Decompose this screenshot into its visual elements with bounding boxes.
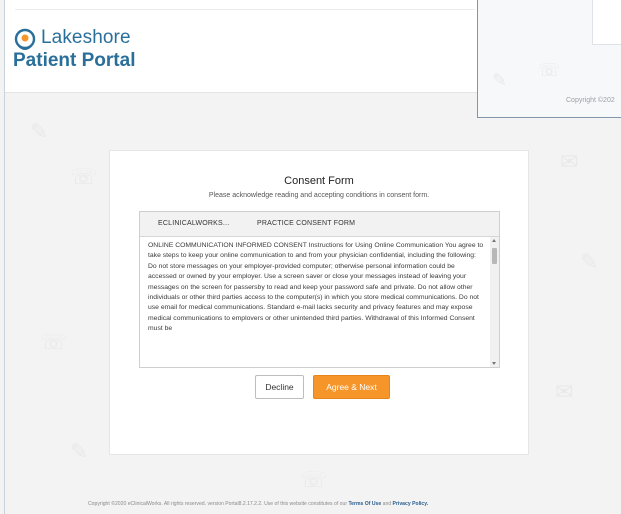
background-pattern-icon: ☏ <box>70 165 98 190</box>
consent-form-title: Consent Form <box>284 175 354 187</box>
brand-name: Lakeshore <box>41 27 131 48</box>
header-divider <box>15 9 475 10</box>
privacy-policy-link[interactable]: Privacy Policy. <box>393 501 429 507</box>
consent-text-paragraph: ONLINE COMMUNICATION INFORMED CONSENT In… <box>148 242 484 333</box>
terms-of-use-link[interactable]: Terms Of Use <box>348 501 381 507</box>
document-scrollbar[interactable] <box>490 237 499 367</box>
background-pattern-icon: ✎ <box>580 250 599 275</box>
tab-eclinicalworks[interactable]: ECLINICALWORKS... <box>158 220 229 227</box>
background-pattern-icon: ✉ <box>560 150 579 175</box>
background-popup-window: ✎ ☏ Copyright ©202 <box>477 0 621 118</box>
popup-copyright-text: Copyright ©202 <box>566 97 615 104</box>
stethoscope-logo-icon <box>14 28 36 50</box>
footer-copyright-text: Copyright ©2020 eClinicalWorks. All righ… <box>88 501 349 507</box>
background-pattern-icon: ✉ <box>555 380 574 405</box>
scrollbar-thumb[interactable] <box>492 248 497 264</box>
scroll-up-arrow-icon[interactable] <box>492 239 496 242</box>
brand-subtitle: Patient Portal <box>13 50 136 71</box>
consent-document-panel: ECLINICALWORKS... PRACTICE CONSENT FORM … <box>139 211 500 368</box>
background-pattern-icon: ☏ <box>40 330 68 355</box>
page-footer: Copyright ©2020 eClinicalWorks. All righ… <box>88 501 428 507</box>
footer-and-text: and <box>381 501 393 507</box>
decline-button[interactable]: Decline <box>255 375 304 399</box>
background-pattern-icon: ✎ <box>30 120 49 145</box>
scroll-down-arrow-icon[interactable] <box>492 362 496 365</box>
consent-form-subtitle: Please acknowledge reading and accepting… <box>208 192 430 199</box>
consent-form-card: Consent Form Please acknowledge reading … <box>109 150 529 455</box>
popup-inner-panel <box>592 0 621 45</box>
agree-next-button[interactable]: Agree & Next <box>313 375 390 399</box>
consent-document-text[interactable]: ONLINE COMMUNICATION INFORMED CONSENT In… <box>148 241 484 365</box>
consent-tabs: ECLINICALWORKS... PRACTICE CONSENT FORM <box>140 212 499 237</box>
background-pattern-icon: ✎ <box>70 440 89 465</box>
tab-practice-consent-form[interactable]: PRACTICE CONSENT FORM <box>257 220 355 227</box>
background-pattern-icon: ✎ <box>492 70 508 91</box>
background-pattern-icon: ☏ <box>538 60 561 81</box>
background-pattern-icon: ☏ <box>300 468 328 493</box>
